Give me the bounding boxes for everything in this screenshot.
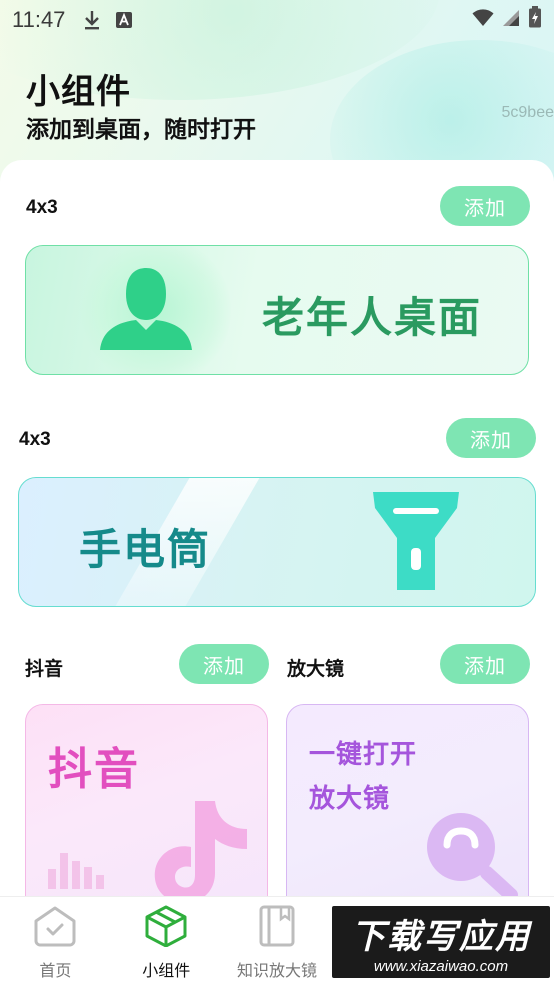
person-icon xyxy=(96,264,196,356)
tab-knowledge-magnifier[interactable]: 知识放大镜 xyxy=(222,897,333,984)
signal-icon xyxy=(502,8,520,33)
add-flashlight-button[interactable]: 添加 xyxy=(446,418,536,458)
add-elder-desktop-button[interactable]: 添加 xyxy=(440,186,530,226)
card-title: 一键打开 放大镜 xyxy=(309,733,417,821)
card-title: 老年人桌面 xyxy=(262,293,483,342)
tab-label: 小组件 xyxy=(142,961,191,980)
battery-icon xyxy=(528,6,542,34)
download-icon xyxy=(83,10,101,30)
card-title-line: 放大镜 xyxy=(309,784,391,814)
tab-home[interactable]: 首页 xyxy=(0,897,111,984)
tab-label: 知识放大镜 xyxy=(236,961,317,980)
wifi-icon xyxy=(472,8,494,33)
tiktok-icon xyxy=(151,797,251,911)
douyin-widget-card[interactable]: 抖音 xyxy=(25,704,268,914)
watermark-url: www.xiazaiwao.com xyxy=(373,958,509,975)
widget-size-label: 抖音 xyxy=(25,659,64,680)
card-title: 抖音 xyxy=(48,744,140,795)
a-icon xyxy=(115,11,133,29)
status-time: 11:47 xyxy=(12,7,66,32)
watermark: 下载写应用 www.xiazaiwao.com xyxy=(332,906,550,978)
widget-size-label: 4x3 xyxy=(19,429,51,450)
cube-icon xyxy=(144,905,188,951)
add-douyin-button[interactable]: 添加 xyxy=(179,644,269,684)
card-title: 手电筒 xyxy=(79,525,212,574)
page-subtitle: 添加到桌面，随时打开 xyxy=(26,117,256,143)
add-magnifier-button[interactable]: 添加 xyxy=(440,644,530,684)
magnifier-widget-card[interactable]: 一键打开 放大镜 xyxy=(286,704,529,914)
flashlight-icon xyxy=(371,490,461,598)
tab-widgets[interactable]: 小组件 xyxy=(111,897,222,984)
sound-bars-icon xyxy=(48,845,108,893)
debug-code: 5c9bee xyxy=(501,104,554,121)
flashlight-widget-card[interactable]: 手电筒 xyxy=(18,477,536,607)
widget-size-label: 4x3 xyxy=(26,197,58,218)
card-title-line: 一键打开 xyxy=(309,740,418,770)
status-bar: 11:47 xyxy=(0,0,554,40)
magnifier-icon xyxy=(417,805,527,909)
book-icon xyxy=(257,905,297,951)
home-icon xyxy=(32,905,78,951)
widget-size-label: 放大镜 xyxy=(287,659,345,680)
elder-desktop-widget-card[interactable]: 老年人桌面 xyxy=(25,245,529,375)
watermark-text: 下载写应用 xyxy=(351,917,531,957)
page-title: 小组件 xyxy=(26,72,131,112)
tab-label: 首页 xyxy=(39,961,72,980)
